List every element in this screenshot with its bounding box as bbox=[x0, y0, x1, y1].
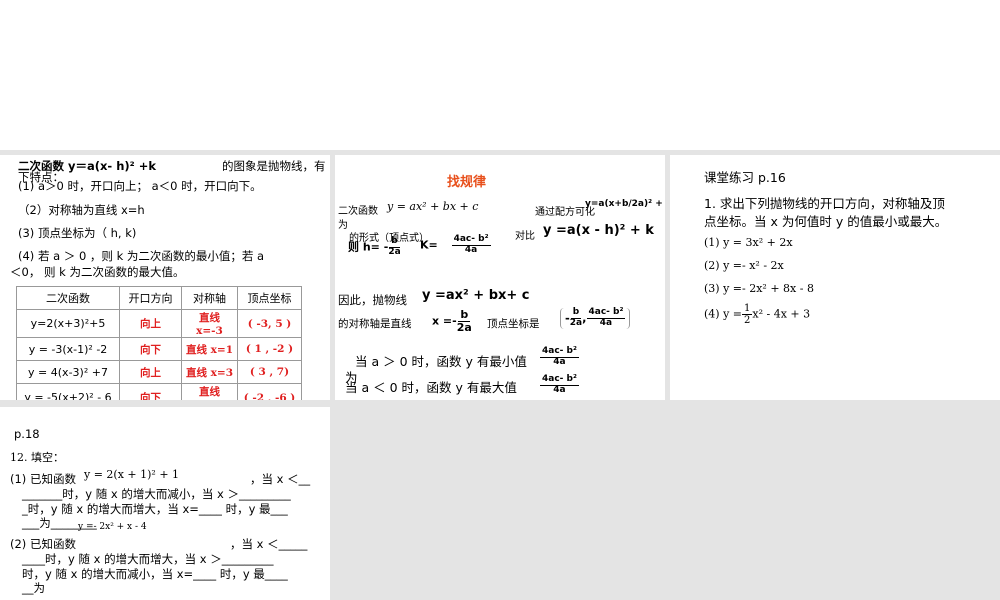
text: 顶点坐标是 bbox=[487, 318, 540, 330]
cell: 向下 bbox=[119, 383, 182, 400]
point-3: (3) 顶点坐标为（ h, k) bbox=[18, 226, 137, 240]
cell: ( -3, 5 ) bbox=[237, 309, 302, 338]
cell: y = -5(x+2)² - 6 bbox=[16, 383, 120, 400]
text: ____时，y 随 x 的增大而增大，当 x ＞_________ bbox=[22, 552, 274, 566]
exercise-3: (3) y =- 2x² + 8x - 8 bbox=[704, 282, 814, 295]
text: 时，y 随 x 的增大而减小，当 x=____ 时，y 最____ bbox=[22, 567, 288, 581]
min-statement: 当 a ＞ 0 时，函数 y 有最小值 bbox=[355, 354, 527, 369]
point-2: （2）对称轴为直线 x=h bbox=[18, 203, 145, 217]
question: 1. 求出下列抛物线的开口方向，对称轴及顶 bbox=[704, 196, 945, 211]
cell: y=2(x+3)²+5 bbox=[16, 309, 120, 338]
cell: 直线 x=1 bbox=[181, 337, 238, 361]
point-4-cont: ＜0， 则 k 为二次函数的最大值。 bbox=[10, 265, 185, 279]
exercise-2: (2) y =- x² - 2x bbox=[704, 259, 784, 272]
slide-2[interactable]: 找规律 二次函数 y = ax² + bx + c 为 通过配方可化 y=a(x… bbox=[335, 155, 665, 400]
question-cont: 点坐标。当 x 为何值时 y 的值最小或最大。 bbox=[704, 214, 948, 229]
summary-table: 二次函数 开口方向 对称轴 顶点坐标 y=2(x+3)²+5 向上 直线 x=-3(… bbox=[16, 286, 302, 400]
cell: y = -3(x-1)² -2 bbox=[16, 337, 120, 361]
formula: y = 2(x + 1)² + 1 bbox=[84, 468, 180, 481]
table-row: y = -3(x-1)² -2 向下 直线 x=1( 1 , -2 ) bbox=[16, 337, 302, 361]
formula-vertex: y =a(x - h)² + k bbox=[543, 223, 654, 238]
max-value: 4ac- b² 4a bbox=[540, 374, 579, 395]
exercise-1: (1) y = 3x² + 2x bbox=[704, 236, 793, 249]
text: 为 bbox=[338, 220, 348, 231]
slide-4[interactable]: p.18 12. 填空： (1) 已知函数 y = 2(x + 1)² + 1 … bbox=[0, 407, 330, 600]
formula-completed-square: y=a(x+b/2a)² + (4ac- b²)/4a bbox=[585, 199, 665, 209]
cell: y = 4(x-3)² +7 bbox=[16, 360, 120, 384]
point-1: (1) a＞0 时，开口向上； a＜0 时，开口向下。 bbox=[18, 179, 262, 193]
table-row: y = 4(x-3)² +7 向上 直线 x=3( 3 , 7) bbox=[16, 360, 302, 384]
vertex-formula: - b 2a, 4ac- b² 4a bbox=[560, 307, 631, 329]
table-header-row: 二次函数 开口方向 对称轴 顶点坐标 bbox=[16, 286, 302, 310]
cell: ( 1 , -2 ) bbox=[237, 337, 302, 361]
question-number: 12. 填空： bbox=[10, 451, 64, 464]
k-formula: K= 4ac- b² 4a bbox=[420, 234, 491, 255]
text: (2) 已知函数 bbox=[10, 537, 76, 551]
cell: 向下 bbox=[119, 337, 182, 361]
header-cell: 二次函数 bbox=[16, 286, 120, 310]
formula-general: y =ax² + bx+ c bbox=[422, 288, 530, 303]
min-value: 4ac- b² 4a bbox=[540, 346, 579, 367]
axis-formula: x =- b 2a bbox=[432, 308, 472, 335]
text: 的图象是抛物线，有 bbox=[222, 159, 326, 173]
header-cell: 开口方向 bbox=[119, 286, 182, 310]
text: ，当 x ＜_____ bbox=[230, 537, 308, 551]
cell: 直线 x=-3 bbox=[181, 309, 238, 338]
text: _______时，y 随 x 的增大而减小，当 x ＞_________ bbox=[22, 487, 291, 501]
formula-general: y = ax² + bx + c bbox=[387, 200, 479, 213]
text: ，当 x ＜__ bbox=[250, 472, 311, 486]
text: __为 bbox=[22, 581, 45, 595]
slide-1[interactable]: 二次函数 y＝a(x- h)² +k 的图象是抛物线，有 下特点： (1) a＞… bbox=[0, 155, 330, 400]
cell: 直线 x=-2 bbox=[181, 383, 238, 400]
formula: y =- 2x² + x - 4 bbox=[78, 522, 147, 532]
cell: 直线 x=3 bbox=[181, 360, 238, 384]
text: 的对称轴是直线 bbox=[338, 318, 412, 330]
cell: ( -2 , -6 ) bbox=[237, 383, 302, 400]
slide-title: 课堂练习 p.16 bbox=[704, 170, 786, 185]
exercise-4: (4) y = 1 2 x² - 4x + 3 bbox=[704, 303, 811, 326]
table-row: y=2(x+3)²+5 向上 直线 x=-3( -3, 5 ) bbox=[16, 309, 302, 338]
header-cell: 对称轴 bbox=[181, 286, 238, 310]
h-formula: 则 h= - b 2a bbox=[348, 236, 401, 257]
table-row: y = -5(x+2)² - 6向下直线 x=-2( -2 , -6 ) bbox=[16, 383, 302, 400]
cell: 向上 bbox=[119, 360, 182, 384]
text: 二次函数 bbox=[338, 206, 378, 217]
max-statement: 当 a ＜ 0 时，函数 y 有最大值 bbox=[345, 380, 517, 395]
slide-title: p.18 bbox=[14, 427, 40, 441]
slide-title: 找规律 bbox=[447, 175, 487, 190]
point-4: (4) 若 a ＞ 0 ，则 k 为二次函数的最小值；若 a bbox=[18, 249, 265, 263]
text: 对比 bbox=[515, 231, 535, 242]
text: (1) 已知函数 bbox=[10, 472, 76, 486]
slide-3[interactable]: 课堂练习 p.16 1. 求出下列抛物线的开口方向，对称轴及顶 点坐标。当 x … bbox=[670, 155, 1000, 400]
text: 因此，抛物线 bbox=[338, 293, 407, 307]
header-cell: 顶点坐标 bbox=[237, 286, 302, 310]
cell: 向上 bbox=[119, 309, 182, 338]
cell: ( 3 , 7) bbox=[237, 360, 302, 384]
